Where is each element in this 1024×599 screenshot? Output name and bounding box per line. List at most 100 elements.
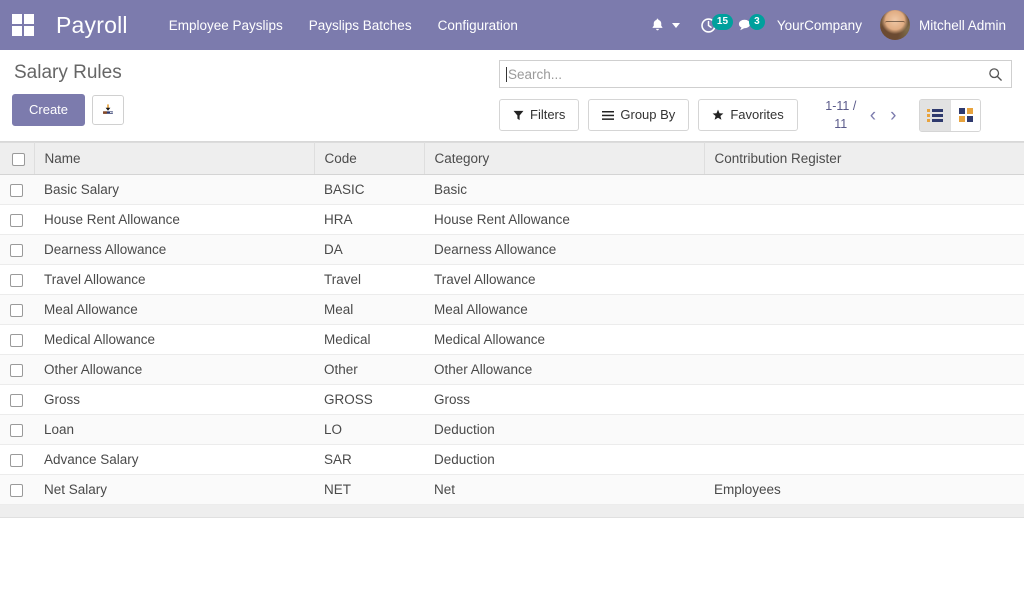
star-icon [712, 109, 724, 120]
row-select-cell[interactable] [0, 264, 34, 296]
row-checkbox[interactable] [10, 244, 23, 258]
row-select-cell[interactable] [0, 384, 34, 416]
cell-code: HRA [314, 204, 424, 236]
messages-button[interactable]: 3 [727, 11, 765, 39]
bell-icon [652, 18, 663, 31]
activities-button[interactable]: 15 [690, 11, 734, 40]
pager-next-button[interactable]: › [883, 106, 903, 125]
row-select-cell[interactable] [0, 414, 34, 446]
cell-contribution-register: Employees [704, 474, 1024, 506]
table-row[interactable]: Loan LO Deduction [0, 414, 1024, 446]
cell-code: BASIC [314, 174, 424, 206]
cell-contribution-register [704, 294, 1024, 326]
cell-category: Medical Allowance [424, 324, 704, 356]
list-view-button[interactable] [920, 99, 951, 131]
cell-category: Dearness Allowance [424, 234, 704, 266]
menu-item-employee-payslips[interactable]: Employee Payslips [156, 12, 296, 39]
cell-contribution-register [704, 324, 1024, 356]
cell-category: Deduction [424, 414, 704, 446]
chevron-down-icon [671, 22, 680, 28]
row-select-cell[interactable] [0, 324, 34, 356]
notifications-button[interactable] [640, 11, 690, 39]
group-by-button[interactable]: Group By [588, 99, 690, 131]
row-checkbox[interactable] [10, 454, 23, 468]
search-input[interactable] [508, 66, 984, 82]
cell-name: Meal Allowance [34, 294, 314, 326]
row-checkbox[interactable] [10, 214, 23, 228]
select-all-checkbox[interactable] [12, 153, 25, 167]
view-switcher [919, 98, 982, 132]
cell-contribution-register [704, 264, 1024, 296]
cell-name: House Rent Allowance [34, 204, 314, 236]
column-header-name[interactable]: Name [34, 142, 315, 176]
row-checkbox[interactable] [10, 364, 23, 378]
user-menu[interactable]: Mitchell Admin [874, 6, 1012, 44]
table-row[interactable]: Basic Salary BASIC Basic [0, 174, 1024, 206]
column-header-contribution-register[interactable]: Contribution Register [704, 142, 1024, 176]
search-bar[interactable] [499, 60, 1012, 88]
control-panel: Salary Rules Create Search... Filters Gr… [0, 50, 1024, 143]
pager-previous-button[interactable]: ‹ [863, 106, 883, 125]
import-button[interactable] [92, 94, 125, 125]
company-switcher[interactable]: YourCompany [765, 12, 874, 39]
cell-category: Other Allowance [424, 354, 704, 386]
search-text-caret [506, 66, 507, 82]
table-row[interactable]: House Rent Allowance HRA House Rent Allowa… [0, 204, 1024, 236]
search-icon[interactable] [988, 67, 1003, 82]
cell-name: Medical Allowance [34, 324, 314, 356]
row-select-cell[interactable] [0, 294, 34, 326]
table-row[interactable]: Net Salary NET Net Employees [0, 474, 1024, 506]
select-all-header[interactable] [0, 142, 35, 176]
apps-menu-button[interactable] [8, 10, 38, 40]
table-row[interactable]: Gross GROSS Gross [0, 384, 1024, 416]
row-select-cell[interactable] [0, 354, 34, 386]
row-checkbox[interactable] [10, 184, 23, 198]
filters-button[interactable]: Filters [499, 99, 580, 131]
favorites-button[interactable]: Favorites [698, 99, 798, 131]
cell-code: DA [314, 234, 424, 266]
table-row[interactable]: Meal Allowance Meal Meal Allowance [0, 294, 1024, 326]
cell-contribution-register [704, 384, 1024, 416]
menu-item-configuration[interactable]: Configuration [425, 12, 531, 39]
row-checkbox[interactable] [10, 274, 23, 288]
cell-code: NET [314, 474, 424, 506]
control-panel-left: Salary Rules Create [12, 60, 125, 126]
row-select-cell[interactable] [0, 474, 34, 506]
cell-name: Loan [34, 414, 314, 446]
table-footer-bar [0, 505, 1024, 519]
cell-name: Other Allowance [34, 354, 314, 386]
pager-count[interactable]: 1-11 / 11 [819, 97, 863, 133]
row-checkbox[interactable] [10, 484, 23, 498]
row-select-cell[interactable] [0, 174, 34, 206]
table-row[interactable]: Travel Allowance Travel Travel Allowance [0, 264, 1024, 296]
row-select-cell[interactable] [0, 444, 34, 476]
column-header-category[interactable]: Category [424, 142, 705, 176]
cell-category: House Rent Allowance [424, 204, 704, 236]
pager: 1-11 / 11 ‹ › [819, 97, 904, 133]
column-header-code[interactable]: Code [314, 142, 425, 176]
kanban-view-button[interactable] [950, 99, 981, 131]
row-select-cell[interactable] [0, 234, 34, 266]
table-row[interactable]: Advance Salary SAR Deduction [0, 444, 1024, 476]
messages-count-badge: 3 [748, 14, 765, 30]
table-row[interactable]: Other Allowance Other Other Allowance [0, 354, 1024, 386]
create-button[interactable]: Create [12, 94, 86, 126]
cell-contribution-register [704, 354, 1024, 386]
row-checkbox[interactable] [10, 334, 23, 348]
row-select-cell[interactable] [0, 204, 34, 236]
row-checkbox[interactable] [10, 304, 23, 318]
row-checkbox[interactable] [10, 394, 23, 408]
table-body: Basic Salary BASIC Basic House Rent Allowan… [0, 174, 1024, 506]
cell-code: LO [314, 414, 424, 446]
cell-category: Gross [424, 384, 704, 416]
cell-name: Advance Salary [34, 444, 314, 476]
navbar-right-tools: 15 3 YourCompany Mitchell Admin [640, 6, 1012, 44]
table-header-row: Name Code Category Contribution Register [0, 142, 1024, 176]
cell-code: Other [314, 354, 424, 386]
menu-item-payslips-batches[interactable]: Payslips Batches [296, 12, 425, 39]
app-brand-payroll[interactable]: Payroll [44, 12, 140, 39]
row-checkbox[interactable] [10, 424, 23, 438]
table-row[interactable]: Medical Allowance Medical Medical Allowanc… [0, 324, 1024, 356]
table-row[interactable]: Dearness Allowance DA Dearness Allowance [0, 234, 1024, 266]
cell-category: Travel Allowance [424, 264, 704, 296]
